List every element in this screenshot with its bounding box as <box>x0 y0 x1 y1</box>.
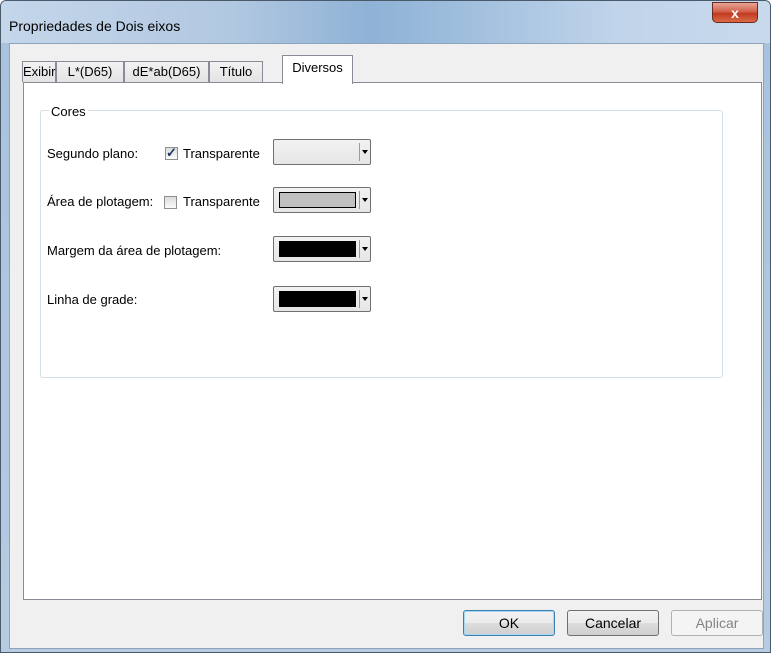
combo-separator <box>359 143 360 161</box>
chevron-down-icon[interactable] <box>362 247 368 251</box>
tab-label: Título <box>219 64 253 79</box>
tab-titulo[interactable]: Título <box>209 61 263 82</box>
combo-separator <box>359 290 360 308</box>
title-bar[interactable]: Propriedades de Dois eixos x <box>1 1 770 43</box>
chevron-down-icon[interactable] <box>362 150 368 154</box>
window-title: Propriedades de Dois eixos <box>9 18 181 34</box>
plot-area-transparent-label[interactable]: Transparente <box>183 194 260 209</box>
tab-label: Exibir <box>23 64 56 79</box>
tab-diversos[interactable]: Diversos <box>282 55 353 84</box>
plot-border-label: Margem da área de plotagem: <box>47 243 222 258</box>
apply-button[interactable]: Aplicar <box>671 610 763 636</box>
combo-separator <box>359 191 360 209</box>
chevron-down-icon[interactable] <box>362 198 368 202</box>
plot-area-color-swatch <box>279 192 356 208</box>
grid-line-color-combo[interactable] <box>273 286 371 312</box>
background-color-combo[interactable] <box>273 139 371 165</box>
colors-group-title: Cores <box>49 104 88 119</box>
tab-exibir[interactable]: Exibir <box>22 61 56 82</box>
tab-l-d65[interactable]: L*(D65) <box>56 61 124 82</box>
tab-label: dE*ab(D65) <box>132 64 201 79</box>
grid-line-label: Linha de grade: <box>47 292 138 307</box>
plot-area-transparent-checkbox[interactable] <box>164 196 177 209</box>
ok-button[interactable]: OK <box>463 610 555 636</box>
tab-label: Diversos <box>292 60 343 75</box>
background-transparent-label[interactable]: Transparente <box>183 146 260 161</box>
plot-border-color-swatch <box>279 241 356 257</box>
tab-de-ab-d65[interactable]: dE*ab(D65) <box>124 61 209 82</box>
close-button[interactable]: x <box>712 2 758 23</box>
close-icon: x <box>731 5 739 21</box>
grid-line-color-swatch <box>279 291 356 307</box>
background-label: Segundo plano: <box>47 146 139 161</box>
tab-label: L*(D65) <box>67 64 113 79</box>
cancel-button[interactable]: Cancelar <box>567 610 659 636</box>
plot-area-color-combo[interactable] <box>273 187 371 213</box>
plot-border-color-combo[interactable] <box>273 236 371 262</box>
chevron-down-icon[interactable] <box>362 297 368 301</box>
combo-separator <box>359 240 360 258</box>
plot-area-label: Área de plotagem: <box>47 194 154 209</box>
background-transparent-checkbox[interactable] <box>165 145 178 161</box>
